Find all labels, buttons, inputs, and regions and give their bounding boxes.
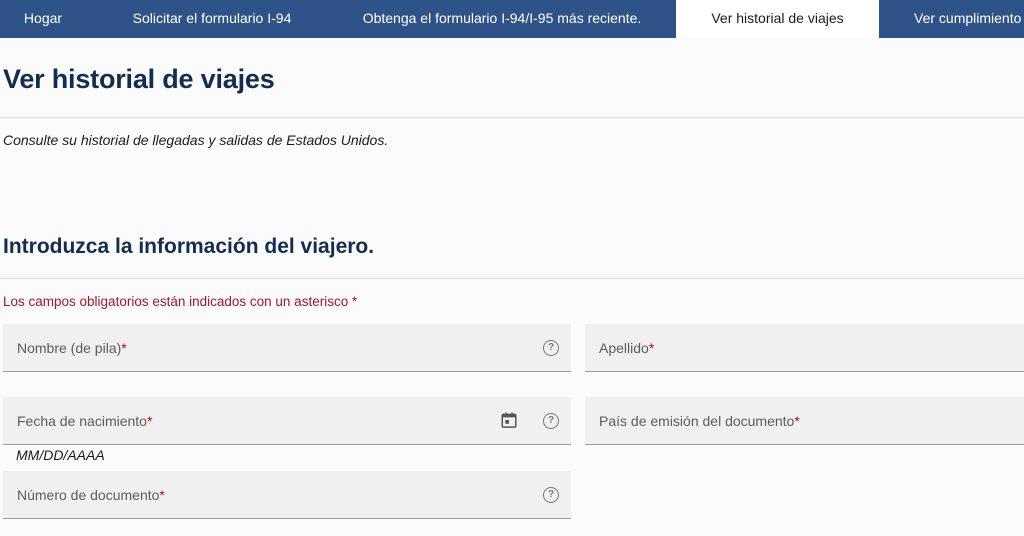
divider — [0, 278, 1024, 279]
required-fields-note: Los campos obligatorios están indicados … — [3, 294, 357, 309]
tab-recent-i94[interactable]: Obtenga el formulario I-94/I-95 más reci… — [345, 0, 659, 38]
divider — [0, 117, 1024, 118]
page-title: Ver historial de viajes — [3, 64, 275, 94]
help-circle-icon[interactable]: ? — [543, 340, 559, 356]
last-name-label: Apellido* — [599, 340, 655, 356]
document-number-field[interactable]: Número de documento* ? — [3, 471, 571, 519]
birth-date-format-hint: MM/DD/AAAA — [16, 447, 105, 463]
birth-date-label: Fecha de nacimiento* — [17, 413, 153, 429]
top-navigation: Hogar Solicitar el formulario I-94 Obten… — [0, 0, 1024, 38]
section-title: Introduzca la información del viajero. — [3, 235, 375, 258]
tab-travel-history[interactable]: Ver historial de viajes — [676, 0, 879, 38]
required-note-text: Los campos obligatorios están indicados … — [3, 294, 349, 309]
help-circle-icon[interactable]: ? — [543, 487, 559, 503]
tab-home[interactable]: Hogar — [0, 0, 86, 38]
first-name-label: Nombre (de pila)* — [17, 340, 127, 356]
tab-apply-i94[interactable]: Solicitar el formulario I-94 — [112, 0, 312, 38]
issuing-country-field[interactable]: País de emisión del documento* — [585, 397, 1024, 445]
tab-compliance[interactable]: Ver cumplimiento — [896, 0, 1024, 38]
issuing-country-label: País de emisión del documento* — [599, 413, 800, 429]
birth-date-field[interactable]: Fecha de nacimiento* ? — [3, 397, 571, 445]
calendar-icon[interactable] — [500, 411, 518, 429]
first-name-field[interactable]: Nombre (de pila)* ? — [3, 324, 571, 372]
page-intro: Consulte su historial de llegadas y sali… — [3, 132, 389, 148]
last-name-field[interactable]: Apellido* — [585, 324, 1024, 372]
document-number-label: Número de documento* — [17, 487, 165, 503]
required-asterisk: * — [351, 294, 358, 309]
help-circle-icon[interactable]: ? — [543, 413, 559, 429]
